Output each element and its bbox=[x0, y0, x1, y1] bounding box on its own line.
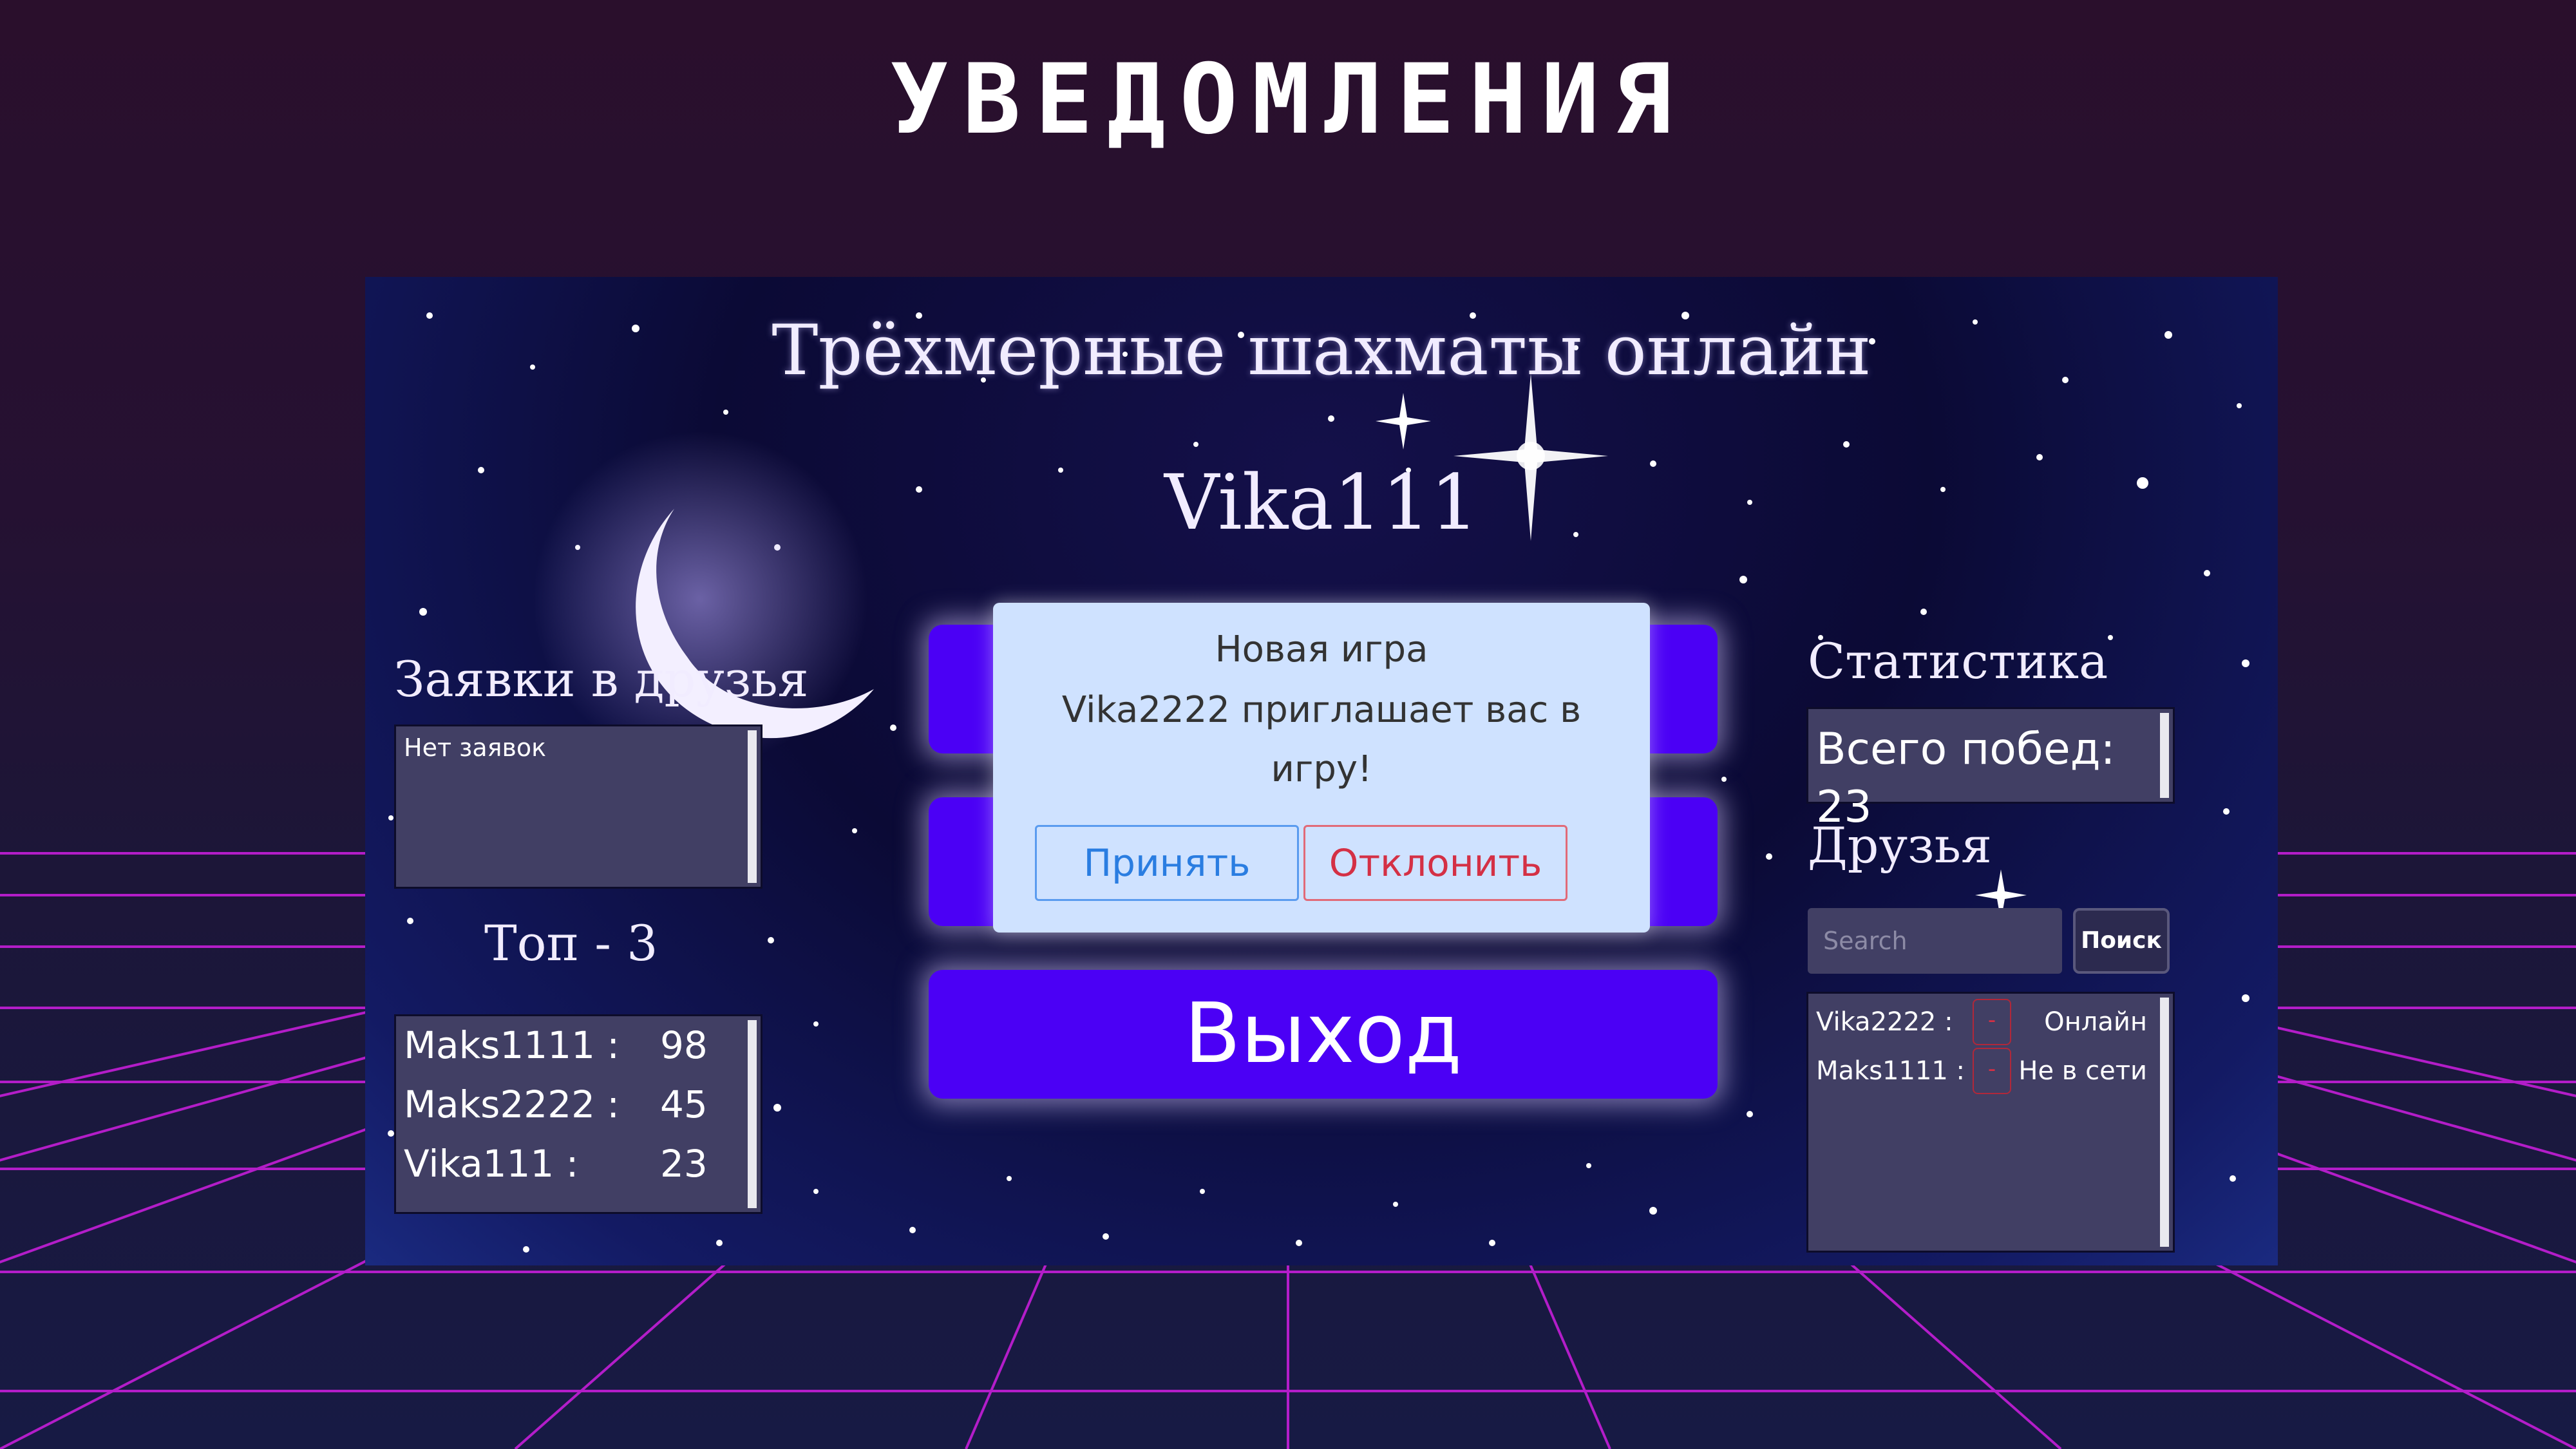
top3-list: Maks1111 : 98 Maks2222 : 45 Vika111 : 23 bbox=[394, 1014, 762, 1214]
statistics-panel: Всего побед: 23 bbox=[1806, 707, 2175, 833]
scrollbar[interactable] bbox=[2160, 713, 2169, 798]
game-invite-dialog: Новая игра Vika2222 приглашает вас в игр… bbox=[993, 603, 1650, 933]
no-requests-text: Нет заявок bbox=[404, 734, 547, 762]
friends-title: Друзья bbox=[1808, 817, 1992, 874]
top3-row-1-score: 98 bbox=[660, 1023, 708, 1067]
friend-row-2-name: Maks1111 : bbox=[1816, 1056, 1965, 1086]
remove-friend-button[interactable]: - bbox=[1973, 1048, 2011, 1094]
top3-row-3-name: Vika111 : bbox=[404, 1142, 579, 1186]
friend-requests-title: Заявки в друзья bbox=[394, 650, 809, 708]
scrollbar[interactable] bbox=[2160, 998, 2169, 1247]
friends-list: Vika2222 : - Онлайн Maks1111 : - Не в се… bbox=[1806, 992, 2175, 1253]
top3-row-2-name: Maks2222 : bbox=[404, 1083, 620, 1126]
top3-row-2-score: 45 bbox=[660, 1083, 708, 1126]
friend-row-2-status: Не в сети bbox=[2018, 1056, 2147, 1086]
friend-search-input[interactable]: Search bbox=[1808, 908, 2062, 974]
scrollbar[interactable] bbox=[748, 730, 757, 883]
slide-title: УВЕДОМЛЕНИЯ bbox=[890, 44, 1686, 156]
scrollbar[interactable] bbox=[748, 1020, 757, 1208]
accept-button[interactable]: Принять bbox=[1035, 825, 1299, 901]
exit-button[interactable]: Выход bbox=[929, 970, 1718, 1099]
remove-friend-button[interactable]: - bbox=[1973, 999, 2011, 1045]
app-title: Трёхмерные шахматы онлайн bbox=[772, 310, 1871, 391]
decline-button[interactable]: Отклонить bbox=[1303, 825, 1567, 901]
dialog-title: Новая игра bbox=[1215, 629, 1428, 670]
app-screenshot: Трёхмерные шахматы онлайн Vika111 Заявки… bbox=[365, 277, 2278, 1265]
username: Vika111 bbox=[1164, 458, 1479, 547]
friend-requests-list[interactable]: Нет заявок bbox=[394, 724, 762, 889]
dialog-message-line2: игру! bbox=[1271, 748, 1372, 790]
statistics-title: Статистика bbox=[1808, 632, 2108, 690]
top3-row-3-score: 23 bbox=[660, 1142, 708, 1186]
search-button[interactable]: Поиск bbox=[2073, 908, 2170, 974]
friend-row-1-name: Vika2222 : bbox=[1816, 1007, 1953, 1037]
dialog-message-line1: Vika2222 приглашает вас в bbox=[1061, 689, 1582, 731]
top3-title: Топ - 3 bbox=[484, 914, 658, 972]
friend-row-1-status: Онлайн bbox=[2044, 1007, 2147, 1037]
top3-row-1-name: Maks1111 : bbox=[404, 1023, 620, 1067]
